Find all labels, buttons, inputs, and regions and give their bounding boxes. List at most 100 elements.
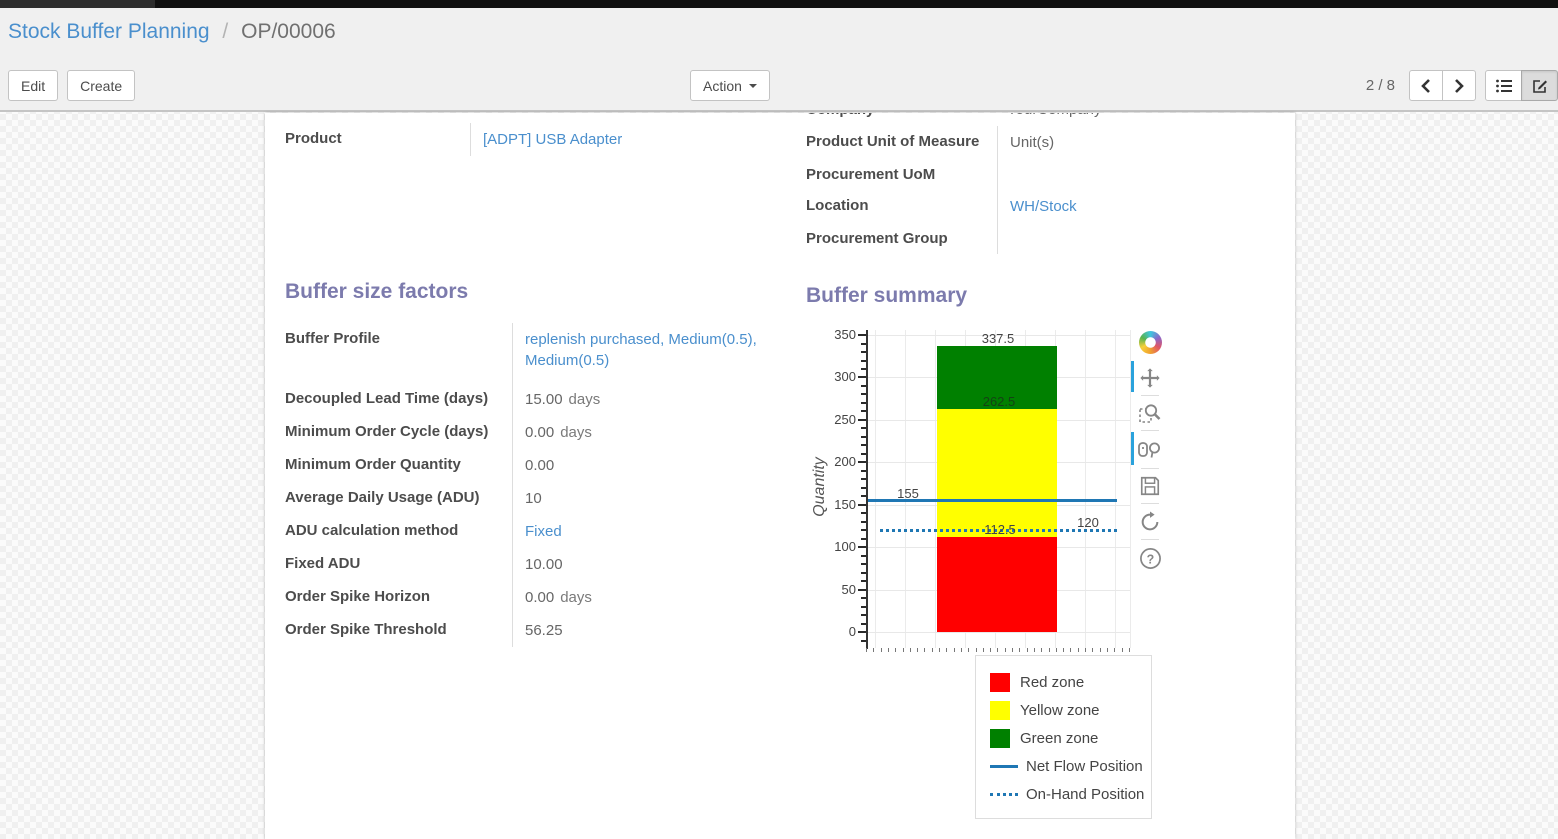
dlt-label: Decoupled Lead Time (days) bbox=[285, 383, 512, 416]
spike-horizon-suffix: days bbox=[560, 589, 592, 606]
procurement-uom-value bbox=[997, 159, 1260, 190]
chart-annotation: 337.5 bbox=[982, 331, 1015, 346]
spike-threshold-label: Order Spike Threshold bbox=[285, 614, 512, 647]
y-minor-tick bbox=[861, 623, 866, 625]
legend-item-on-hand[interactable]: On-Hand Position bbox=[990, 780, 1151, 808]
control-panel: Stock Buffer Planning / OP/00006 Edit Cr… bbox=[0, 8, 1558, 112]
y-minor-tick bbox=[861, 555, 866, 557]
dotted-line-swatch-icon bbox=[990, 793, 1018, 796]
reset-icon[interactable] bbox=[1137, 509, 1163, 535]
pan-icon[interactable] bbox=[1137, 365, 1163, 391]
dlt-suffix: days bbox=[569, 391, 601, 408]
y-minor-tick bbox=[861, 436, 866, 438]
min-order-qty-label: Minimum Order Quantity bbox=[285, 449, 512, 482]
y-minor-tick bbox=[861, 614, 866, 616]
x-minor-tick bbox=[990, 648, 991, 652]
y-minor-tick bbox=[861, 385, 866, 387]
x-minor-tick bbox=[903, 648, 904, 652]
y-tick-label: 300 bbox=[810, 369, 856, 384]
y-major-tick bbox=[858, 631, 866, 633]
y-major-tick bbox=[858, 461, 866, 463]
y-minor-tick bbox=[861, 478, 866, 480]
y-minor-tick bbox=[861, 470, 866, 472]
select-lasso-icon[interactable] bbox=[1137, 437, 1163, 463]
plotly-logo-icon[interactable] bbox=[1137, 329, 1163, 355]
chart-annotation: 120 bbox=[1077, 515, 1099, 530]
modebar-separator bbox=[1141, 503, 1159, 504]
save-icon[interactable] bbox=[1137, 473, 1163, 499]
legend-label: Red zone bbox=[1020, 674, 1084, 691]
pager-previous-button[interactable] bbox=[1409, 70, 1443, 101]
x-minor-tick bbox=[1114, 648, 1115, 652]
edit-button[interactable]: Edit bbox=[8, 70, 58, 101]
y-minor-tick bbox=[861, 453, 866, 455]
x-minor-tick bbox=[1070, 648, 1071, 652]
action-dropdown-button[interactable]: Action bbox=[690, 70, 770, 101]
breadcrumb-parent-link[interactable]: Stock Buffer Planning bbox=[8, 20, 210, 43]
y-minor-tick bbox=[861, 563, 866, 565]
chart-y-axis bbox=[866, 330, 868, 649]
buffer-factors-group: Buffer Profile replenish purchased, Medi… bbox=[285, 323, 790, 647]
y-tick-label: 250 bbox=[810, 412, 856, 427]
form-view-button[interactable] bbox=[1521, 70, 1558, 101]
x-minor-tick bbox=[1056, 648, 1057, 652]
chart-legend: Red zone Yellow zone Green zone Net Flow… bbox=[975, 655, 1152, 819]
stock-buffer-planning-page: Stock Buffer Planning / OP/00006 Edit Cr… bbox=[0, 0, 1558, 839]
chart-plot-right-border bbox=[1130, 330, 1131, 648]
yellow-zone-bar[interactable] bbox=[937, 409, 1057, 536]
x-minor-tick bbox=[976, 648, 977, 652]
adu-method-value-link[interactable]: Fixed bbox=[525, 523, 562, 540]
spike-horizon-value: 0.00 bbox=[525, 589, 554, 606]
y-minor-tick bbox=[861, 597, 866, 599]
legend-item-red-zone[interactable]: Red zone bbox=[990, 668, 1151, 696]
chart-annotation: 155 bbox=[897, 486, 919, 501]
x-minor-tick bbox=[954, 648, 955, 652]
x-minor-tick bbox=[939, 648, 940, 652]
legend-label: Net Flow Position bbox=[1026, 758, 1143, 775]
green-swatch-icon bbox=[990, 729, 1010, 748]
y-minor-tick bbox=[861, 640, 866, 642]
list-view-icon bbox=[1496, 79, 1512, 93]
pager-next-button[interactable] bbox=[1442, 70, 1476, 101]
x-minor-tick bbox=[873, 648, 874, 652]
chart-annotation: 112.5 bbox=[984, 522, 1016, 537]
y-tick-label: 100 bbox=[810, 539, 856, 554]
location-value-link[interactable]: WH/Stock bbox=[1010, 198, 1077, 215]
create-button[interactable]: Create bbox=[67, 70, 135, 101]
x-minor-tick bbox=[1100, 648, 1101, 652]
buffer-size-factors-title: Buffer size factors bbox=[285, 280, 468, 304]
list-view-button[interactable] bbox=[1485, 70, 1522, 101]
product-field-group: Product [ADPT] USB Adapter bbox=[285, 123, 785, 156]
x-minor-tick bbox=[1019, 648, 1020, 652]
y-minor-tick bbox=[861, 495, 866, 497]
x-minor-tick bbox=[1129, 648, 1130, 652]
breadcrumb-current: OP/00006 bbox=[241, 20, 336, 43]
clipped-company-label: Company bbox=[806, 113, 874, 118]
action-dropdown-label: Action bbox=[703, 78, 742, 94]
y-major-tick bbox=[858, 504, 866, 506]
fixed-adu-value: 10.00 bbox=[512, 548, 790, 581]
min-order-cycle-value: 0.00 bbox=[525, 424, 554, 441]
red-zone-bar[interactable] bbox=[937, 537, 1057, 633]
x-minor-tick bbox=[961, 648, 962, 652]
product-value-link[interactable]: [ADPT] USB Adapter bbox=[483, 131, 622, 148]
zoom-box-icon[interactable] bbox=[1137, 400, 1163, 426]
caret-down-icon bbox=[749, 84, 757, 88]
min-order-cycle-label: Minimum Order Cycle (days) bbox=[285, 416, 512, 449]
y-tick-label: 200 bbox=[810, 454, 856, 469]
buffer-profile-value-link[interactable]: replenish purchased, Medium(0.5), Medium… bbox=[525, 329, 777, 371]
legend-item-green-zone[interactable]: Green zone bbox=[990, 724, 1151, 752]
y-major-tick bbox=[858, 334, 866, 336]
legend-item-yellow-zone[interactable]: Yellow zone bbox=[990, 696, 1151, 724]
solid-line-swatch-icon bbox=[990, 765, 1018, 768]
modebar-separator bbox=[1141, 539, 1159, 540]
procurement-field-group: Product Unit of Measure Unit(s) Procurem… bbox=[806, 126, 1260, 254]
buffer-summary-chart[interactable]: Quantity bbox=[810, 325, 1295, 839]
breadcrumb: Stock Buffer Planning / OP/00006 bbox=[8, 20, 336, 44]
chart-gridline-h bbox=[866, 632, 1130, 633]
dlt-value: 15.00 bbox=[525, 391, 563, 408]
y-minor-tick bbox=[861, 606, 866, 608]
y-major-tick bbox=[858, 376, 866, 378]
help-icon[interactable]: ? bbox=[1137, 545, 1163, 571]
legend-item-net-flow[interactable]: Net Flow Position bbox=[990, 752, 1151, 780]
